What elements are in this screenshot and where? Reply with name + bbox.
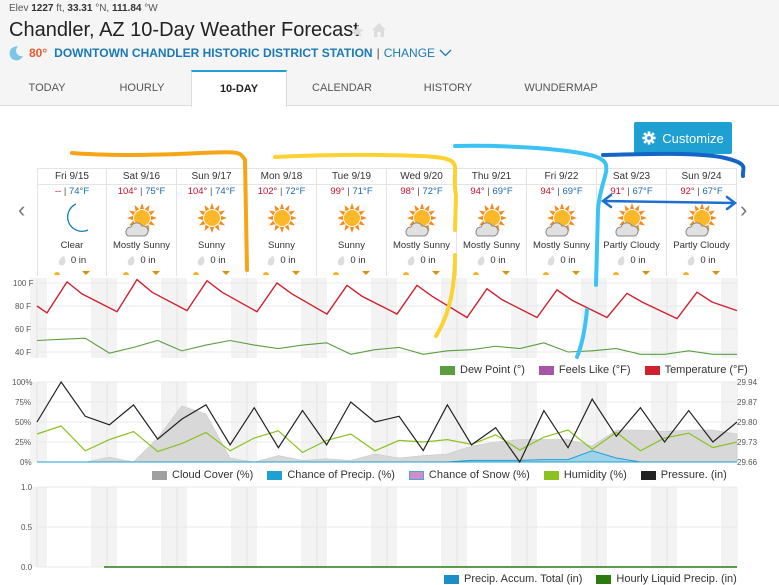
- cloud-legend: Cloud Cover (%) Chance of Precip. (%) Ch…: [138, 469, 727, 481]
- pct-ytick-100: 100%: [12, 378, 33, 387]
- pressure-ytick-2: 29.87: [737, 398, 758, 407]
- temp-chart-night-band: [380, 278, 397, 358]
- temp-chart-night-band: [310, 278, 327, 358]
- legend-pressure[interactable]: Pressure. (in): [640, 469, 727, 481]
- temp-chart-night-band: [721, 278, 738, 358]
- legend-feels-like[interactable]: Feels Like (°F): [538, 364, 631, 376]
- temp-ytick-100: 100 F: [13, 279, 34, 288]
- legend-label: Hourly Liquid Precip. (in): [616, 573, 737, 585]
- legend-label: Precip. Accum. Total (in): [464, 573, 583, 585]
- legend-label: Feels Like (°F): [558, 364, 631, 376]
- temp-chart-night-band: [240, 278, 257, 358]
- pressure-ytick-1: 29.94: [737, 378, 758, 387]
- temp-chart-night-band: [170, 278, 187, 358]
- legend-precip-accum[interactable]: Precip. Accum. Total (in): [444, 573, 582, 585]
- pct-ytick-0: 0%: [20, 458, 32, 467]
- temp-ytick-60: 60 F: [15, 325, 32, 334]
- pressure-ytick-3: 29.80: [737, 418, 758, 427]
- pressure-ytick-5: 29.66: [737, 458, 758, 467]
- temp-chart-night-band: [590, 278, 607, 358]
- pct-ytick-25: 25%: [15, 438, 32, 447]
- temp-ytick-80: 80 F: [15, 302, 32, 311]
- precip-legend: Precip. Accum. Total (in) Hourly Liquid …: [430, 573, 737, 585]
- legend-cloud-cover[interactable]: Cloud Cover (%): [152, 469, 253, 481]
- legend-dew-point[interactable]: Dew Point (°): [440, 364, 525, 376]
- legend-humidity[interactable]: Humidity (%): [543, 469, 627, 481]
- legend-label: Chance of Snow (%): [428, 469, 530, 481]
- pressure-ytick-4: 29.73: [737, 438, 758, 447]
- precip-ytick-05: 0.5: [21, 523, 33, 532]
- legend-temperature[interactable]: Temperature (°F): [644, 364, 748, 376]
- pct-ytick-50: 50%: [15, 418, 32, 427]
- precip-ytick-1: 1.0: [21, 483, 33, 492]
- legend-label: Humidity (%): [563, 469, 627, 481]
- legend-label: Dew Point (°): [460, 364, 525, 376]
- temp-legend: Dew Point (°) Feels Like (°F) Temperatur…: [426, 364, 748, 376]
- legend-hourly-precip[interactable]: Hourly Liquid Precip. (in): [596, 573, 737, 585]
- legend-label: Chance of Precip. (%): [287, 469, 395, 481]
- legend-label: Temperature (°F): [664, 364, 748, 376]
- forecast-charts: [30, 278, 738, 568]
- temp-ytick-40: 40 F: [15, 348, 32, 357]
- temp-chart-night-band: [30, 278, 47, 358]
- legend-chance-precip[interactable]: Chance of Precip. (%): [267, 469, 395, 481]
- legend-label: Cloud Cover (%): [172, 469, 254, 481]
- pct-ytick-75: 75%: [15, 398, 32, 407]
- legend-label: Pressure. (in): [660, 469, 727, 481]
- temp-chart-night-band: [450, 278, 467, 358]
- legend-chance-snow[interactable]: Chance of Snow (%): [408, 469, 530, 481]
- temp-chart-night-band: [100, 278, 117, 358]
- precip-ytick-0: 0.0: [21, 563, 33, 572]
